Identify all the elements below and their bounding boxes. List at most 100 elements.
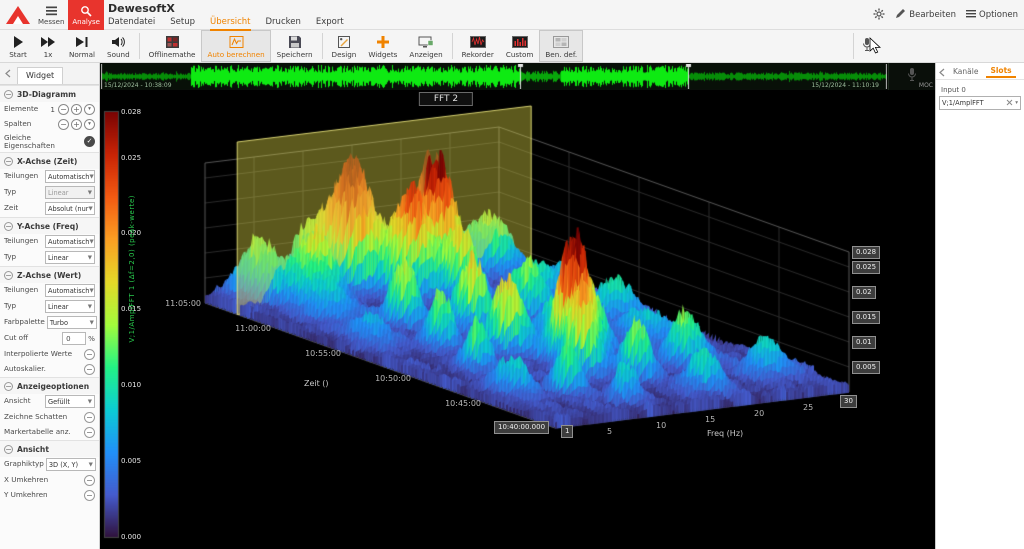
decrement-button[interactable]: − — [58, 119, 69, 130]
collapse-icon[interactable]: − — [4, 157, 13, 166]
ribbon-button-design[interactable]: Design — [326, 30, 363, 62]
chevron-down-icon[interactable]: ▾ — [84, 119, 95, 130]
menu-item-drucken[interactable]: Drucken — [266, 17, 301, 31]
collapse-icon[interactable]: − — [4, 445, 13, 454]
channel-select-value: V;1/AmplFFT — [942, 99, 1004, 107]
mode-tab-analyse[interactable]: Analyse — [68, 0, 104, 30]
clear-icon[interactable] — [1006, 99, 1013, 108]
typ-select[interactable]: Linear▼ — [45, 300, 95, 313]
teilungen-select[interactable]: Automatisch▼ — [45, 235, 95, 248]
panel-tab-slots[interactable]: Slots — [986, 64, 1015, 78]
widget-panel-header: Widget — [0, 63, 99, 85]
strip-mode-label: MOC — [919, 82, 933, 89]
ribbon-button-speichern[interactable]: Speichern — [271, 30, 319, 62]
ansicht-select[interactable]: Gefüllt▼ — [45, 395, 95, 408]
ribbon-button-1x[interactable]: 1x — [33, 30, 63, 62]
ribbon-button-custom[interactable]: Custom — [500, 30, 540, 62]
farbpalette-select[interactable]: Turbo▼ — [47, 316, 97, 329]
custom-display-icon — [512, 34, 528, 50]
zeit-select[interactable]: Absolut (nur▼ — [45, 202, 95, 215]
setting-row-teilungen: TeilungenAutomatisch▼ — [0, 169, 99, 185]
titlebar-right: Bearbeiten Optionen — [873, 0, 1018, 30]
section-header-3d-diagramm[interactable]: −3D-Diagramm — [0, 85, 99, 102]
analyse-magnifier-icon — [80, 5, 92, 17]
x-umkehren-toggle[interactable] — [84, 475, 95, 486]
markertabelle-anz-toggle[interactable] — [84, 427, 95, 438]
typ-select[interactable]: Linear▼ — [45, 251, 95, 264]
chevron-left-icon[interactable] — [5, 63, 11, 84]
typ-select[interactable]: Linear▼ — [45, 186, 95, 199]
menu-item-datendatei[interactable]: Datendatei — [108, 17, 155, 31]
channel-select[interactable]: V;1/AmplFFT ▾ — [939, 96, 1021, 110]
checkbox-checked-icon[interactable]: ✓ — [84, 136, 95, 147]
graphiktyp-select[interactable]: 3D (X, Y)▼ — [46, 458, 96, 471]
speaker-mic-icon[interactable] — [907, 67, 917, 86]
section-header-y-achse-freq[interactable]: −Y-Achse (Freq) — [0, 217, 99, 234]
y-umkehren-toggle[interactable] — [84, 490, 95, 501]
section-header-z-achse-wert[interactable]: −Z-Achse (Wert) — [0, 266, 99, 283]
mode-tab-messen[interactable]: Messen — [34, 0, 68, 30]
auto-calc-icon — [229, 34, 244, 50]
waveform-overview[interactable] — [101, 64, 887, 89]
zeichne-schatten-toggle[interactable] — [84, 412, 95, 423]
teilungen-select[interactable]: Automatisch▼ — [45, 284, 95, 297]
section-header-anzeigeoptionen[interactable]: −Anzeigeoptionen — [0, 377, 99, 394]
waterfall-surface-canvas[interactable] — [100, 90, 935, 549]
ribbon-button-normal[interactable]: Normal — [63, 30, 101, 62]
ribbon-separator — [139, 33, 140, 59]
dewesoft-app-window: MessenAnalyse DewesoftX Datendatei Setup Ü… — [0, 0, 1024, 549]
teilungen-select[interactable]: Automatisch▼ — [45, 170, 95, 183]
app-title: DewesoftX — [108, 2, 175, 15]
chevron-down-icon: ▼ — [90, 320, 94, 326]
widget-tab[interactable]: Widget — [17, 67, 63, 84]
ribbon-button-anzeigen[interactable]: Anzeigen — [403, 30, 448, 62]
section-header-x-achse-zeit[interactable]: −X-Achse (Zeit) — [0, 152, 99, 169]
settings-gear-icon[interactable] — [873, 8, 885, 23]
menu-item-export[interactable]: Export — [316, 17, 344, 31]
chevron-down-icon: ▼ — [89, 206, 93, 212]
decrement-button[interactable]: − — [58, 104, 69, 115]
panel-tab-kanäle[interactable]: Kanäle — [949, 65, 982, 77]
setting-row-gleiche-eigenschaften: Gleiche Eigenschaften✓ — [0, 132, 99, 152]
offline-math-icon — [165, 34, 180, 50]
ribbon-button-start[interactable]: Start — [3, 30, 33, 62]
ribbon-button-rekorder[interactable]: Rekorder — [456, 30, 500, 62]
ribbon-button-auto-berechnen[interactable]: Auto berechnen — [201, 30, 270, 62]
design-icon — [337, 34, 351, 50]
increment-button[interactable]: + — [71, 104, 82, 115]
setting-row-y-umkehren: Y Umkehren — [0, 488, 99, 503]
chevron-left-icon[interactable] — [939, 62, 945, 81]
pencil-icon — [895, 8, 906, 22]
chevron-down-icon: ▼ — [88, 190, 92, 196]
collapse-icon[interactable]: − — [4, 271, 13, 280]
ribbon-button-offlinemathe[interactable]: Offlinemathe — [143, 30, 202, 62]
menu-item-übersicht[interactable]: Übersicht — [210, 17, 251, 31]
ribbon-button-widgets[interactable]: Widgets — [362, 30, 403, 62]
widget-sections: −3D-DiagrammElemente1−+▾Spalten−+▾Gleich… — [0, 85, 99, 503]
chevron-down-icon: ▼ — [88, 399, 92, 405]
ribbon-button-sound[interactable]: Sound — [101, 30, 136, 62]
displays-icon — [418, 34, 434, 50]
recorder-icon — [470, 34, 486, 50]
increment-button[interactable]: + — [71, 119, 82, 130]
setting-row-ansicht: AnsichtGefüllt▼ — [0, 394, 99, 410]
interpolierte-werte-toggle[interactable] — [84, 349, 95, 360]
setting-row-spalten: Spalten−+▾ — [0, 117, 99, 132]
collapse-icon[interactable]: − — [4, 90, 13, 99]
autoskalier-toggle[interactable] — [84, 364, 95, 375]
titlebar: MessenAnalyse DewesoftX Datendatei Setup Ü… — [0, 0, 1024, 30]
options-menu-icon — [966, 9, 976, 21]
setting-row-typ: TypLinear▼ — [0, 250, 99, 266]
cut-off-input[interactable]: 0 — [62, 332, 86, 345]
options-button[interactable]: Optionen — [966, 9, 1018, 21]
user-defined-icon — [553, 34, 569, 50]
collapse-icon[interactable]: − — [4, 222, 13, 231]
widget-settings-panel: Widget −3D-DiagrammElemente1−+▾Spalten−+… — [0, 63, 100, 549]
chevron-down-icon[interactable]: ▾ — [84, 104, 95, 115]
section-header-ansicht[interactable]: −Ansicht — [0, 440, 99, 457]
ribbon-button-ben-def[interactable]: Ben. def. — [539, 30, 583, 62]
chevron-down-icon: ▾ — [1015, 100, 1018, 106]
menu-item-setup[interactable]: Setup — [170, 17, 195, 31]
edit-button[interactable]: Bearbeiten — [895, 8, 956, 22]
collapse-icon[interactable]: − — [4, 382, 13, 391]
